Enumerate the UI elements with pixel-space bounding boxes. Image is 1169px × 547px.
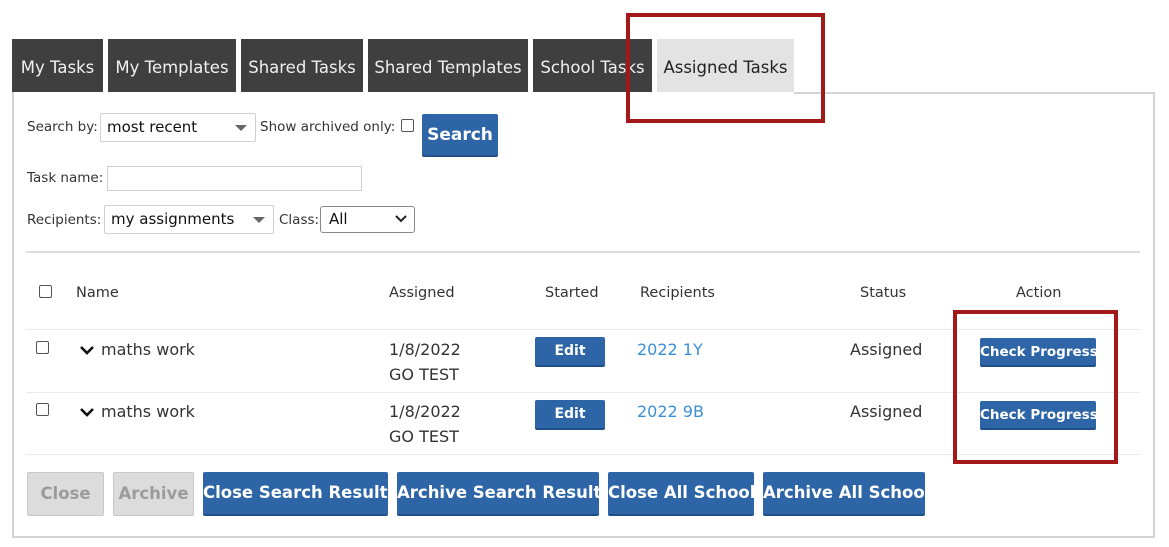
tab-shared-tasks[interactable]: Shared Tasks [241,39,363,92]
row-checkbox[interactable] [36,403,49,416]
task-name-label: Task name: [27,170,104,186]
search-button[interactable]: Search [422,114,498,157]
class-label: Class: [279,212,320,228]
header-started: Started [545,285,599,301]
edit-button[interactable]: Edit [535,337,605,367]
select-all-checkbox[interactable] [39,285,52,298]
edit-button[interactable]: Edit [535,400,605,430]
row-divider [26,454,1140,455]
show-archived-label: Show archived only: [260,119,396,135]
recipients-link[interactable]: 2022 9B [637,402,704,421]
archive-search-results-button[interactable]: Archive Search Results [397,472,611,516]
assigned-date: 1/8/2022 [389,340,461,359]
row-checkbox[interactable] [36,341,49,354]
check-progress-button[interactable]: Check Progress [980,401,1098,430]
tab-shared-templates[interactable]: Shared Templates [368,39,528,92]
recipients-label: Recipients: [27,212,102,228]
header-action: Action [1016,285,1062,301]
task-name-input[interactable] [107,166,362,191]
recipients-select[interactable]: my assignments [104,205,274,234]
header-name: Name [76,285,119,301]
assigned-date: 1/8/2022 [389,402,461,421]
assigned-by: GO TEST [389,365,459,384]
chevron-down-icon[interactable] [79,345,95,357]
search-by-value: most recent [107,118,198,136]
panel-border [794,92,1155,94]
header-assigned: Assigned [389,285,455,301]
tab-school-tasks[interactable]: School Tasks [533,39,652,92]
close-all-school-button[interactable]: Close All School [608,472,755,516]
assigned-by: GO TEST [389,427,459,446]
tab-my-templates[interactable]: My Templates [108,39,236,92]
filters-divider [26,251,1140,253]
task-name: maths work [101,402,195,421]
caret-down-icon [253,217,265,223]
recipients-link[interactable]: 2022 1Y [637,340,703,359]
row-divider [26,329,1140,330]
close-button[interactable]: Close [27,472,104,516]
caret-down-icon [235,125,247,131]
archive-all-school-button[interactable]: Archive All School [763,472,930,516]
class-value: All [329,210,348,228]
header-recipients: Recipients [640,285,715,301]
show-archived-checkbox[interactable] [401,119,414,132]
row-divider [26,392,1140,393]
class-select[interactable]: All [320,206,415,233]
search-by-select[interactable]: most recent [100,113,256,142]
chevron-down-icon [395,215,407,223]
status-text: Assigned [850,402,923,421]
archive-button[interactable]: Archive [113,472,194,516]
close-search-results-button[interactable]: Close Search Results [203,472,397,516]
search-by-label: Search by: [27,119,98,135]
tab-my-tasks[interactable]: My Tasks [12,39,103,92]
task-name: maths work [101,340,195,359]
header-status: Status [860,285,907,301]
recipients-value: my assignments [111,210,235,228]
status-text: Assigned [850,340,923,359]
tab-assigned-tasks[interactable]: Assigned Tasks [657,39,794,92]
chevron-down-icon[interactable] [79,407,95,419]
check-progress-button[interactable]: Check Progress [980,338,1098,367]
